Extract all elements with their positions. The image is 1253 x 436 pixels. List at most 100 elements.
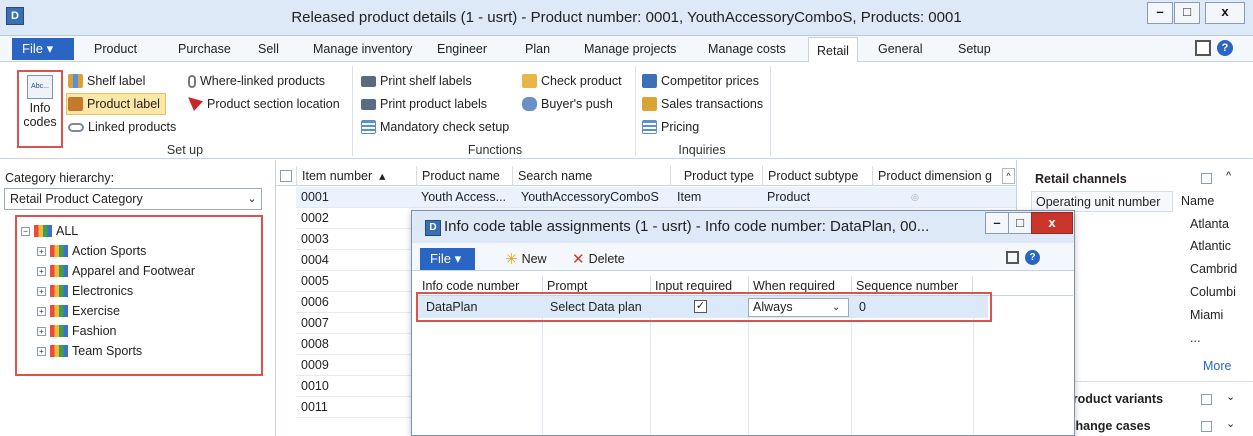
tab-general[interactable]: General bbox=[878, 36, 922, 62]
tree-item-root[interactable]: − ALL bbox=[21, 221, 261, 241]
checklist-icon bbox=[361, 120, 376, 134]
table-row[interactable]: 0010 bbox=[296, 376, 416, 397]
category-icon bbox=[50, 245, 68, 257]
expand-icon[interactable]: + bbox=[37, 306, 46, 316]
factbox-options-icon[interactable] bbox=[1201, 173, 1212, 184]
factbox-options-icon[interactable] bbox=[1201, 394, 1212, 405]
expand-icon[interactable]: + bbox=[37, 286, 46, 296]
expand-icon[interactable]: + bbox=[37, 326, 46, 336]
tree-item-team-sports[interactable]: + Team Sports bbox=[37, 341, 261, 361]
check-product-button[interactable]: Check product bbox=[522, 71, 622, 91]
table-row[interactable]: 0003 bbox=[296, 229, 416, 250]
column-header-product-type[interactable]: Product type bbox=[670, 166, 762, 186]
where-linked-products-button[interactable]: Where-linked products bbox=[188, 71, 325, 91]
channel-name: ... bbox=[1190, 331, 1201, 345]
print-shelf-labels-button[interactable]: Print shelf labels bbox=[361, 71, 472, 91]
table-row[interactable]: 0001 Youth Access... YouthAccessoryCombo… bbox=[296, 187, 1016, 208]
close-button[interactable]: x bbox=[1205, 2, 1245, 24]
expand-icon[interactable]: + bbox=[37, 266, 46, 276]
select-all-checkbox[interactable] bbox=[280, 170, 292, 182]
more-link[interactable]: More bbox=[1203, 359, 1231, 373]
chevron-down-icon[interactable]: ⌄ bbox=[242, 188, 262, 210]
tree-item-exercise[interactable]: + Exercise bbox=[37, 301, 261, 321]
factbox-options-icon[interactable] bbox=[1201, 421, 1212, 432]
pushpin-icon bbox=[188, 97, 203, 111]
collapse-icon[interactable]: − bbox=[21, 226, 30, 236]
tree-item-apparel-footwear[interactable]: + Apparel and Footwear bbox=[37, 261, 261, 281]
dialog-close-button[interactable]: x bbox=[1031, 212, 1073, 234]
product-label-icon bbox=[68, 97, 83, 111]
cell-product-name: Youth Access... bbox=[421, 190, 507, 204]
dialog-minimize-button[interactable]: – bbox=[985, 212, 1009, 234]
tree-item-electronics[interactable]: + Electronics bbox=[37, 281, 261, 301]
column-header-search-name[interactable]: Search name bbox=[512, 166, 670, 186]
table-row[interactable]: 0008 bbox=[296, 334, 416, 355]
tab-manage-projects[interactable]: Manage projects bbox=[584, 36, 676, 62]
category-hierarchy-select[interactable]: Retail Product Category bbox=[4, 188, 262, 210]
buyers-push-button[interactable]: Buyer's push bbox=[522, 94, 613, 114]
category-icon bbox=[50, 345, 68, 357]
people-icon bbox=[522, 97, 537, 111]
product-label-button[interactable]: Product label bbox=[68, 94, 160, 114]
expand-icon[interactable]: + bbox=[37, 346, 46, 356]
tab-setup[interactable]: Setup bbox=[958, 36, 991, 62]
pricing-button[interactable]: Pricing bbox=[642, 117, 699, 137]
tab-manage-costs[interactable]: Manage costs bbox=[708, 36, 786, 62]
dialog-layout-icon[interactable] bbox=[1006, 251, 1019, 264]
table-row[interactable]: 0007 bbox=[296, 313, 416, 334]
info-codes-button[interactable]: Abc... Info codes bbox=[17, 70, 63, 148]
collapse-up-icon[interactable]: ^ bbox=[1226, 170, 1231, 182]
tab-sell[interactable]: Sell bbox=[258, 36, 279, 62]
product-section-location-button[interactable]: Product section location bbox=[188, 94, 340, 114]
category-icon bbox=[50, 285, 68, 297]
tab-plan[interactable]: Plan bbox=[525, 36, 550, 62]
table-row[interactable]: 0005 bbox=[296, 271, 416, 292]
category-icon bbox=[34, 225, 52, 237]
dialog-maximize-button[interactable]: □ bbox=[1008, 212, 1032, 234]
mandatory-check-setup-button[interactable]: Mandatory check setup bbox=[361, 117, 509, 137]
tab-manage-inventory[interactable]: Manage inventory bbox=[313, 36, 412, 62]
tree-item-action-sports[interactable]: + Action Sports bbox=[37, 241, 261, 261]
table-row[interactable]: 0002 bbox=[296, 208, 416, 229]
tab-product[interactable]: Product bbox=[94, 36, 137, 62]
layout-icon[interactable] bbox=[1195, 40, 1211, 56]
category-tree: − ALL + Action Sports + Apparel and Footwe… bbox=[15, 215, 263, 376]
tab-purchase[interactable]: Purchase bbox=[178, 36, 231, 62]
shelf-label-button[interactable]: Shelf label bbox=[68, 71, 145, 91]
expand-icon[interactable]: + bbox=[37, 246, 46, 256]
dialog-help-icon[interactable]: ? bbox=[1025, 250, 1040, 265]
maximize-button[interactable]: □ bbox=[1174, 2, 1200, 24]
scroll-up-icon[interactable]: ^ bbox=[1002, 168, 1015, 184]
table-row[interactable]: 0004 bbox=[296, 250, 416, 271]
delete-button[interactable]: ✕ Delete bbox=[572, 250, 625, 268]
file-menu-button[interactable]: File ▾ bbox=[12, 38, 74, 60]
expand-down-icon[interactable]: ⌄ bbox=[1226, 390, 1235, 403]
help-icon[interactable]: ? bbox=[1217, 40, 1233, 56]
group-separator bbox=[770, 66, 771, 156]
column-header-item-number[interactable]: Item number ▴ bbox=[296, 166, 416, 186]
table-row[interactable]: 0009 bbox=[296, 355, 416, 376]
link-icon bbox=[68, 122, 84, 132]
column-header-product-name[interactable]: Product name bbox=[416, 166, 512, 186]
tab-retail[interactable]: Retail bbox=[808, 37, 858, 63]
column-header-product-dimension[interactable]: Product dimension g bbox=[872, 166, 1002, 186]
channel-name: Atlanta bbox=[1190, 217, 1229, 231]
tree-item-fashion[interactable]: + Fashion bbox=[37, 321, 261, 341]
expand-down-icon[interactable]: ⌄ bbox=[1226, 417, 1235, 430]
new-star-icon: ✳ bbox=[505, 251, 518, 268]
sales-transactions-button[interactable]: Sales transactions bbox=[642, 94, 763, 114]
column-header-operating-unit[interactable]: Operating unit number bbox=[1031, 191, 1173, 212]
price-tag-icon bbox=[642, 74, 657, 88]
new-button[interactable]: ✳ New bbox=[505, 250, 547, 268]
competitor-prices-button[interactable]: Competitor prices bbox=[642, 71, 759, 91]
column-header-name[interactable]: Name bbox=[1177, 191, 1253, 212]
table-row[interactable]: 0006 bbox=[296, 292, 416, 313]
tab-engineer[interactable]: Engineer bbox=[437, 36, 487, 62]
dialog-file-menu[interactable]: File ▾ bbox=[420, 248, 475, 270]
minimize-button[interactable]: – bbox=[1147, 2, 1173, 24]
column-header-product-subtype[interactable]: Product subtype bbox=[762, 166, 872, 186]
linked-products-button[interactable]: Linked products bbox=[68, 117, 176, 137]
print-product-labels-button[interactable]: Print product labels bbox=[361, 94, 487, 114]
table-row[interactable]: 0011 bbox=[296, 397, 416, 418]
delete-x-icon: ✕ bbox=[572, 251, 585, 268]
